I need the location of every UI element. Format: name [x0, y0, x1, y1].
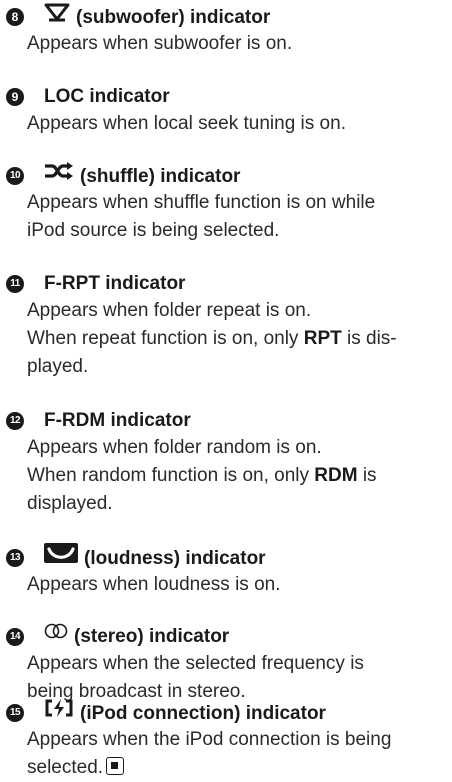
bold-term: RPT — [303, 328, 342, 349]
item-number: 12 — [6, 412, 24, 430]
entry-heading: 9 LOC indicator — [6, 84, 346, 110]
desc-text: is — [357, 465, 377, 486]
desc-line: When repeat function is on, only RPT is … — [27, 325, 397, 353]
desc-text: selected. — [27, 757, 104, 778]
bold-term: RDM — [314, 465, 358, 486]
entry-shuffle: 10 (shuffle) indicator Appears when shuf… — [6, 161, 375, 245]
entry-heading: 13 (loudness) indicator — [6, 543, 281, 573]
item-number: 15 — [6, 704, 24, 722]
desc-line: Appears when local seek tuning is on. — [27, 113, 346, 134]
desc-line: Appears when folder repeat is on. — [27, 300, 312, 321]
entry-f-rdm: 12 F-RDM indicator Appears when folder r… — [6, 408, 377, 518]
desc-line: played. — [27, 356, 89, 377]
entry-description: Appears when subwoofer is on. — [27, 30, 292, 58]
desc-line: Appears when loudness is on. — [27, 574, 281, 595]
loudness-icon — [44, 543, 78, 571]
entry-description: Appears when the selected frequency is b… — [27, 650, 364, 706]
desc-line: iPod source is being selected. — [27, 220, 280, 241]
desc-line: When random function is on, only RDM is — [27, 462, 377, 490]
desc-text: When repeat function is on, only — [27, 328, 304, 349]
subwoofer-icon — [44, 2, 70, 30]
entry-subwoofer: 8 (subwoofer) indicator Appears when sub… — [6, 2, 292, 58]
entry-heading: 10 (shuffle) indicator — [6, 161, 375, 191]
entry-title: F-RPT indicator — [44, 273, 186, 294]
desc-line: Appears when subwoofer is on. — [27, 33, 293, 54]
desc-line: Appears when folder random is on. — [27, 437, 322, 458]
desc-line: Appears when shuffle function is on whil… — [27, 192, 376, 213]
entry-description: Appears when folder random is on. When r… — [27, 434, 377, 518]
entry-description: Appears when folder repeat is on. When r… — [27, 297, 397, 381]
shuffle-icon — [44, 161, 74, 189]
entry-title: F-RDM indicator — [44, 410, 191, 431]
heading-text: (stereo) indicator — [44, 622, 230, 650]
stereo-icon — [44, 622, 68, 648]
entry-ipod-connection: 15 (iPod connection) indicator Appears w… — [6, 698, 391, 782]
entry-description: Appears when shuffle function is on whil… — [27, 189, 375, 245]
heading-text: (subwoofer) indicator — [44, 2, 271, 32]
desc-text: When random function is on, only — [27, 465, 315, 486]
desc-line: displayed. — [27, 493, 113, 514]
entry-description: Appears when the iPod connection is bein… — [27, 726, 391, 782]
item-number: 13 — [6, 549, 24, 567]
end-of-section-icon — [106, 756, 125, 775]
entry-description: Appears when local seek tuning is on. — [27, 110, 346, 138]
desc-line: selected. — [27, 754, 391, 782]
item-number: 9 — [6, 88, 24, 106]
entry-f-rpt: 11 F-RPT indicator Appears when folder r… — [6, 271, 397, 381]
entry-title: (shuffle) indicator — [80, 166, 241, 188]
entry-title: LOC indicator — [44, 86, 170, 107]
entry-description: Appears when loudness is on. — [27, 571, 281, 599]
entry-title: (loudness) indicator — [84, 548, 266, 570]
desc-line: Appears when the selected frequency is — [27, 653, 364, 674]
entry-heading: 11 F-RPT indicator — [6, 271, 397, 297]
entry-stereo: 14 (stereo) indicator Appears when the s… — [6, 622, 364, 706]
entry-title: (stereo) indicator — [74, 626, 230, 648]
item-number: 10 — [6, 167, 24, 185]
item-number: 14 — [6, 628, 24, 646]
desc-line: Appears when the iPod connection is bein… — [27, 729, 392, 750]
item-number: 8 — [6, 8, 24, 26]
entry-title: (subwoofer) indicator — [76, 7, 271, 29]
entry-loc: 9 LOC indicator Appears when local seek … — [6, 84, 346, 138]
desc-text: is dis- — [341, 328, 397, 349]
heading-text: (iPod connection) indicator — [44, 698, 326, 728]
entry-heading: 14 (stereo) indicator — [6, 622, 364, 650]
entry-heading: 8 (subwoofer) indicator — [6, 2, 292, 32]
item-number: 11 — [6, 275, 24, 293]
heading-text: (shuffle) indicator — [44, 161, 241, 191]
entry-heading: 15 (iPod connection) indicator — [6, 698, 391, 728]
entry-loudness: 13 (loudness) indicator Appears when lou… — [6, 543, 281, 599]
entry-heading: 12 F-RDM indicator — [6, 408, 377, 434]
heading-text: (loudness) indicator — [44, 543, 266, 573]
ipod-connection-icon — [44, 698, 74, 726]
entry-title: (iPod connection) indicator — [80, 703, 326, 725]
